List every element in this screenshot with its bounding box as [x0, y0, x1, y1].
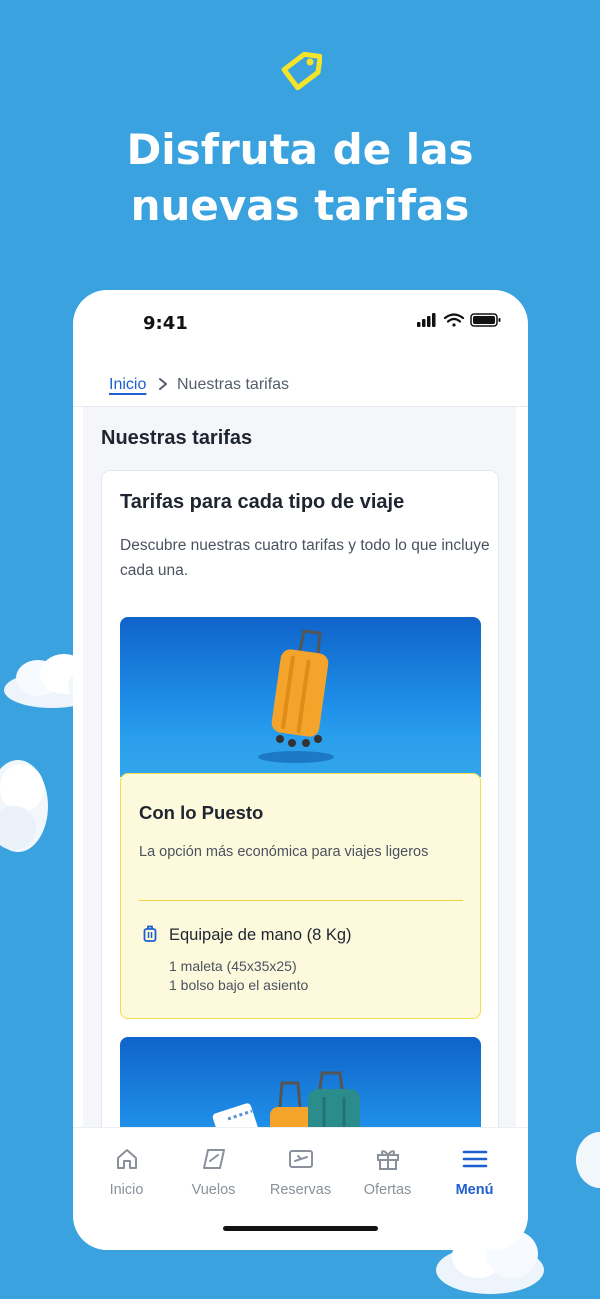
tab-label: Vuelos	[191, 1182, 236, 1198]
card-description: Descubre nuestras cuatro tarifas y todo …	[120, 537, 490, 579]
phone-screen: 9:41 Inicio Nuestras tarifas Nuestras ta…	[73, 290, 528, 1250]
tab-vuelos[interactable]: Vuelos	[170, 1128, 257, 1208]
card-title: Tarifas para cada tipo de viaje	[120, 491, 405, 513]
chevron-right-icon	[159, 378, 167, 390]
cloud-decoration-left-lower	[0, 760, 48, 852]
gift-icon	[377, 1150, 399, 1170]
wifi-icon	[443, 313, 465, 327]
fare-item-detail: 1 bolso bajo el asiento	[169, 977, 309, 993]
fare-item-title: Equipaje de mano (8 Kg)	[169, 926, 352, 944]
tab-reservas[interactable]: Reservas	[257, 1128, 344, 1208]
page-title: Nuestras tarifas	[101, 427, 253, 449]
tab-label: Menú	[455, 1182, 494, 1198]
fare-divider	[139, 900, 463, 901]
promo-headline-line1: Disfruta de las	[126, 125, 474, 174]
breadcrumb: Inicio Nuestras tarifas	[73, 362, 528, 407]
tab-label: Ofertas	[363, 1182, 412, 1198]
main-content: Nuestras tarifas Tarifas para cada tipo …	[83, 407, 516, 1127]
fare-image-suitcase	[120, 617, 481, 777]
menu-icon	[462, 1150, 488, 1168]
cloud-decoration-right	[576, 1132, 600, 1188]
tab-label: Inicio	[109, 1182, 144, 1198]
tag-icon	[281, 51, 322, 91]
battery-icon	[470, 313, 501, 327]
fare-name: Con lo Puesto	[139, 802, 264, 823]
plane-ticket-icon	[203, 1149, 225, 1169]
tab-menu[interactable]: Menú	[431, 1128, 518, 1208]
status-time: 9:41	[143, 313, 188, 334]
bottom-tab-bar: Inicio Vuelos Reservas Ofertas Menú	[73, 1127, 528, 1208]
fare-image-luggage-set	[120, 1037, 481, 1127]
breadcrumb-current: Nuestras tarifas	[177, 376, 290, 393]
luggage-set-illustration	[212, 1071, 360, 1127]
tab-ofertas[interactable]: Ofertas	[344, 1128, 431, 1208]
boarding-pass-icon	[289, 1150, 313, 1168]
tab-label: Reservas	[269, 1182, 332, 1198]
breadcrumb-home-link[interactable]: Inicio	[109, 376, 146, 394]
fares-card: Tarifas para cada tipo de viaje Descubre…	[101, 470, 499, 1127]
home-indicator	[223, 1226, 378, 1231]
tab-inicio[interactable]: Inicio	[83, 1128, 170, 1208]
luggage-icon	[143, 925, 157, 942]
suitcase-illustration	[120, 629, 481, 777]
signal-icon	[417, 313, 436, 327]
promo-headline-line2: nuevas tarifas	[130, 181, 470, 230]
fare-card-con-lo-puesto[interactable]: Con lo Puesto La opción más económica pa…	[120, 773, 481, 1019]
promo-headline: Disfruta de las nuevas tarifas	[0, 122, 600, 234]
fare-description: La opción más económica para viajes lige…	[139, 844, 429, 860]
home-icon	[117, 1149, 137, 1169]
status-icons	[417, 313, 501, 327]
fare-item-detail: 1 maleta (45x35x25)	[169, 958, 297, 974]
status-bar: 9:41	[73, 290, 528, 354]
